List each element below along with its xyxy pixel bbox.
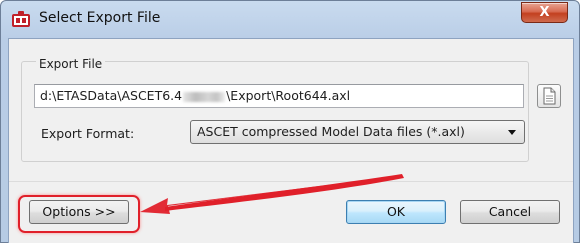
export-format-label: Export Format: <box>41 126 135 141</box>
export-file-group-label: Export File <box>36 57 106 71</box>
redacted-path-segment <box>183 91 226 102</box>
path-prefix: d:\ETASData\ASCET6.4 <box>40 88 183 103</box>
export-format-selected: ASCET compressed Model Data files (*.axl… <box>197 124 465 139</box>
button-separator <box>9 181 573 182</box>
cancel-button[interactable]: Cancel <box>460 200 560 224</box>
chevron-down-icon <box>508 130 516 135</box>
ok-button[interactable]: OK <box>346 200 446 224</box>
window-title: Select Export File <box>39 10 161 26</box>
export-path-input[interactable]: d:\ETASData\ASCET6.4 \Export\Root644.axl <box>34 84 524 108</box>
app-icon <box>12 11 30 27</box>
close-button[interactable]: X <box>521 2 568 23</box>
browse-button[interactable] <box>537 84 561 108</box>
path-suffix: \Export\Root644.axl <box>226 88 351 103</box>
title-bar[interactable]: Select Export File X <box>1 1 579 35</box>
export-file-groupbox <box>21 61 529 162</box>
export-format-dropdown[interactable]: ASCET compressed Model Data files (*.axl… <box>190 120 525 144</box>
options-highlight-box <box>18 195 140 233</box>
document-icon <box>543 87 556 105</box>
